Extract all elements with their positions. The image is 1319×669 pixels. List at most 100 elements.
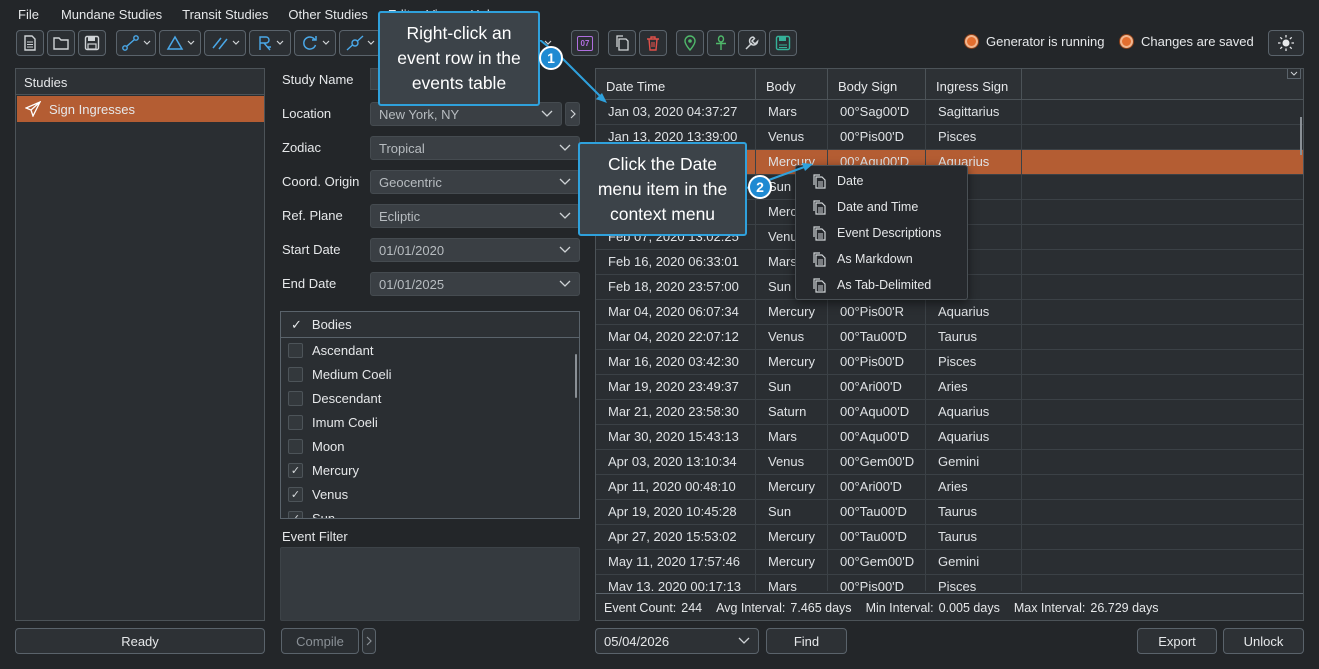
column-options-button[interactable] bbox=[1287, 69, 1301, 79]
trine-dropdown-button[interactable] bbox=[159, 30, 201, 56]
open-folder-button[interactable] bbox=[47, 30, 75, 56]
new-file-icon bbox=[24, 35, 36, 51]
save-button[interactable] bbox=[78, 30, 106, 56]
menu-transit-studies[interactable]: Transit Studies bbox=[170, 7, 276, 22]
location-pin-button[interactable] bbox=[676, 30, 704, 56]
event-filter-label: Event Filter bbox=[282, 529, 348, 544]
body-list-item[interactable]: ✓ Venus bbox=[281, 482, 579, 506]
table-row[interactable]: Mar 04, 2020 22:07:12 Venus 00°Tau00'D Taur… bbox=[596, 325, 1303, 350]
context-menu-label: Date and Time bbox=[837, 200, 919, 214]
chevron-down-icon bbox=[322, 40, 329, 45]
table-row[interactable]: Mar 30, 2020 15:43:13 Mars 00°Aqu00'D Aquar… bbox=[596, 425, 1303, 450]
table-row[interactable]: May 13, 2020 00:17:13 Mars 00°Pis00'D Pisce… bbox=[596, 575, 1303, 591]
column-ingress-sign[interactable]: Ingress Sign bbox=[926, 69, 1022, 100]
bodies-header-label: Bodies bbox=[311, 317, 352, 332]
copy-document-icon bbox=[813, 199, 826, 215]
start-date-value: 01/01/2020 bbox=[379, 242, 445, 258]
start-date-picker[interactable]: 01/01/2020 bbox=[370, 238, 580, 262]
floppy-green-icon bbox=[775, 35, 791, 51]
table-row[interactable]: Apr 03, 2020 13:10:34 Venus 00°Gem00'D Gemi… bbox=[596, 450, 1303, 475]
menu-file[interactable]: File bbox=[10, 7, 47, 22]
copy-button[interactable] bbox=[608, 30, 636, 56]
menu-mundane-studies[interactable]: Mundane Studies bbox=[47, 7, 170, 22]
bodies-scrollbar[interactable] bbox=[575, 354, 577, 398]
body-list-item[interactable]: Descendant bbox=[281, 386, 579, 410]
table-cell: 00°Pis00'D bbox=[828, 125, 926, 150]
context-menu-as-markdown[interactable]: As Markdown bbox=[796, 246, 967, 272]
compile-options-button[interactable] bbox=[362, 628, 376, 654]
body-list-item[interactable]: Imum Coeli bbox=[281, 410, 579, 434]
table-footer: Event Count: 244 Avg Interval: 7.465 day… bbox=[596, 593, 1303, 620]
context-menu-date[interactable]: Date bbox=[796, 168, 967, 194]
table-row[interactable]: May 11, 2020 17:57:46 Mercury 00°Gem00'D Ge… bbox=[596, 550, 1303, 575]
checkbox-checked[interactable]: ✓ bbox=[288, 462, 303, 478]
export-button[interactable]: Export bbox=[1137, 628, 1217, 654]
ref-plane-select[interactable]: Ecliptic bbox=[370, 204, 580, 228]
bodies-header[interactable]: ✓ Bodies bbox=[281, 312, 579, 338]
table-scrollbar[interactable] bbox=[1300, 117, 1302, 155]
study-item-sign-ingresses[interactable]: Sign Ingresses bbox=[17, 96, 264, 122]
node-dropdown-button[interactable] bbox=[339, 30, 381, 56]
theme-toggle-button[interactable] bbox=[1268, 30, 1304, 56]
checkbox-unchecked[interactable] bbox=[288, 390, 303, 406]
save-status-label: Changes are saved bbox=[1141, 34, 1254, 49]
context-menu-date-and-time[interactable]: Date and Time bbox=[796, 194, 967, 220]
context-menu-as-tab-delimited[interactable]: As Tab-Delimited bbox=[796, 272, 967, 298]
table-cell: 00°Gem00'D bbox=[828, 450, 926, 475]
body-list-item[interactable]: Medium Coeli bbox=[281, 362, 579, 386]
body-list-item[interactable]: Ascendant bbox=[281, 338, 579, 362]
table-cell: Mar 04, 2020 22:07:12 bbox=[596, 325, 756, 350]
new-file-button[interactable] bbox=[16, 30, 44, 56]
table-row[interactable]: Jan 03, 2020 04:37:27 Mars 00°Sag00'D Sagit… bbox=[596, 100, 1303, 125]
column-body-sign[interactable]: Body Sign bbox=[828, 69, 926, 100]
wrench-icon bbox=[745, 36, 759, 50]
checkbox-unchecked[interactable] bbox=[288, 414, 303, 430]
table-cell: Mar 04, 2020 06:07:34 bbox=[596, 300, 756, 325]
table-row[interactable]: Mar 16, 2020 03:42:30 Mercury 00°Pis00'D Pi… bbox=[596, 350, 1303, 375]
settings-wrench-button[interactable] bbox=[738, 30, 766, 56]
body-list-item[interactable]: ✓ Mercury bbox=[281, 458, 579, 482]
unlock-button[interactable]: Unlock bbox=[1223, 628, 1304, 654]
aspect-dropdown-button[interactable] bbox=[116, 30, 156, 56]
zodiac-select[interactable]: Tropical bbox=[370, 136, 580, 160]
menu-other-studies[interactable]: Other Studies bbox=[276, 7, 376, 22]
chevron-down-icon bbox=[559, 178, 571, 185]
table-cell: Mars bbox=[756, 575, 828, 591]
context-menu-event-descriptions[interactable]: Event Descriptions bbox=[796, 220, 967, 246]
chevron-right-icon bbox=[366, 636, 372, 646]
cycle-dropdown-button[interactable] bbox=[294, 30, 336, 56]
checkbox-unchecked[interactable] bbox=[288, 342, 303, 358]
chevron-down-icon bbox=[232, 40, 239, 45]
search-date-picker[interactable]: 05/04/2026 bbox=[595, 628, 759, 654]
retrograde-dropdown-button[interactable] bbox=[249, 30, 291, 56]
table-row[interactable]: Mar 04, 2020 06:07:34 Mercury 00°Pis00'R Aq… bbox=[596, 300, 1303, 325]
parallel-lines-icon bbox=[211, 37, 228, 50]
checkbox-unchecked[interactable] bbox=[288, 366, 303, 382]
body-list-item[interactable]: Moon bbox=[281, 434, 579, 458]
checkbox-checked[interactable]: ✓ bbox=[288, 510, 303, 518]
checkbox-unchecked[interactable] bbox=[288, 438, 303, 454]
delete-button[interactable] bbox=[639, 30, 667, 56]
body-list-item[interactable]: ✓ Sun bbox=[281, 506, 579, 518]
checkbox-checked[interactable]: ✓ bbox=[288, 486, 303, 502]
ankh-button[interactable] bbox=[707, 30, 735, 56]
table-row[interactable]: Apr 11, 2020 00:48:10 Mercury 00°Ari00'D Ar… bbox=[596, 475, 1303, 500]
table-row[interactable]: Apr 27, 2020 15:53:02 Mercury 00°Tau00'D Ta… bbox=[596, 525, 1303, 550]
table-row[interactable]: Mar 21, 2020 23:58:30 Saturn 00°Aqu00'D Aqu… bbox=[596, 400, 1303, 425]
table-cell: 00°Aqu00'D bbox=[828, 425, 926, 450]
table-row[interactable]: Mar 19, 2020 23:49:37 Sun 00°Ari00'D Aries bbox=[596, 375, 1303, 400]
location-label: Location bbox=[282, 106, 332, 121]
database-save-button[interactable] bbox=[769, 30, 797, 56]
find-button[interactable]: Find bbox=[766, 628, 847, 654]
event-filter-input[interactable] bbox=[280, 547, 580, 621]
parallel-dropdown-button[interactable] bbox=[204, 30, 246, 56]
column-body[interactable]: Body bbox=[756, 69, 828, 100]
table-cell: Gemini bbox=[926, 550, 1022, 575]
table-cell bbox=[1022, 450, 1303, 475]
compile-button[interactable]: Compile bbox=[281, 628, 359, 654]
end-date-picker[interactable]: 01/01/2025 bbox=[370, 272, 580, 296]
table-row[interactable]: Apr 19, 2020 10:45:28 Sun 00°Tau00'D Taurus bbox=[596, 500, 1303, 525]
coord-origin-select[interactable]: Geocentric bbox=[370, 170, 580, 194]
triangle-icon bbox=[166, 35, 183, 50]
column-date-time[interactable]: Date Time bbox=[596, 69, 756, 100]
